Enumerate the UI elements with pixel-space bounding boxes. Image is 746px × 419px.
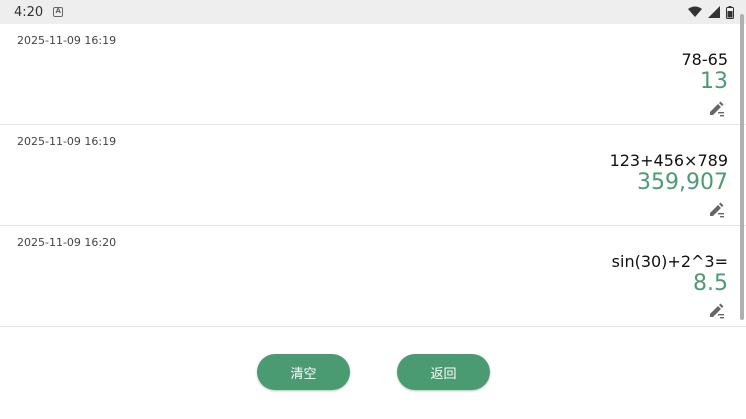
notification-a-icon: A <box>53 7 64 17</box>
entry-result: 13 <box>700 69 728 94</box>
edit-icon[interactable] <box>708 200 726 218</box>
history-entry[interactable]: 2025-11-09 16:19 78-65 13 <box>0 24 746 125</box>
wifi-icon <box>688 6 702 18</box>
status-time: 4:20 <box>14 4 44 20</box>
action-bar: 清空 返回 <box>0 354 746 390</box>
status-bar: 4:20 A <box>0 0 746 24</box>
status-icons <box>688 5 734 19</box>
entry-timestamp: 2025-11-09 16:20 <box>17 236 117 249</box>
signal-icon <box>708 6 720 18</box>
history-entry[interactable]: 2025-11-09 16:19 123+456×789 359,907 <box>0 125 746 226</box>
clear-button[interactable]: 清空 <box>257 354 350 390</box>
entry-timestamp: 2025-11-09 16:19 <box>17 34 117 47</box>
back-button[interactable]: 返回 <box>397 354 490 390</box>
battery-icon <box>726 5 734 19</box>
entry-expression: 123+456×789 <box>609 151 728 170</box>
entry-result: 8.5 <box>693 271 728 296</box>
scrollbar[interactable] <box>740 14 744 320</box>
edit-icon[interactable] <box>708 301 726 319</box>
edit-icon[interactable] <box>708 99 726 117</box>
entry-expression: 78-65 <box>681 50 729 69</box>
entry-timestamp: 2025-11-09 16:19 <box>17 135 117 148</box>
entry-result: 359,907 <box>637 170 728 195</box>
entry-expression: sin(30)+2^3= <box>611 252 728 271</box>
history-list[interactable]: 2025-11-09 16:19 78-65 13 2025-11-09 16:… <box>0 24 746 327</box>
history-entry[interactable]: 2025-11-09 16:20 sin(30)+2^3= 8.5 <box>0 226 746 327</box>
